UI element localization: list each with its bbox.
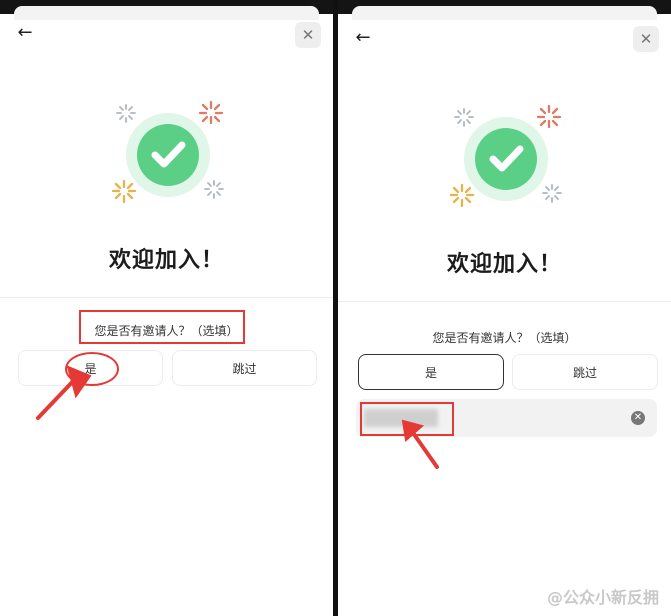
arrow-head — [401, 419, 425, 442]
arrow-to-input — [409, 428, 439, 469]
watermark: @公众小新反拥 — [546, 588, 659, 607]
arrow-head — [66, 365, 92, 399]
annotation-arrows — [36, 365, 439, 469]
